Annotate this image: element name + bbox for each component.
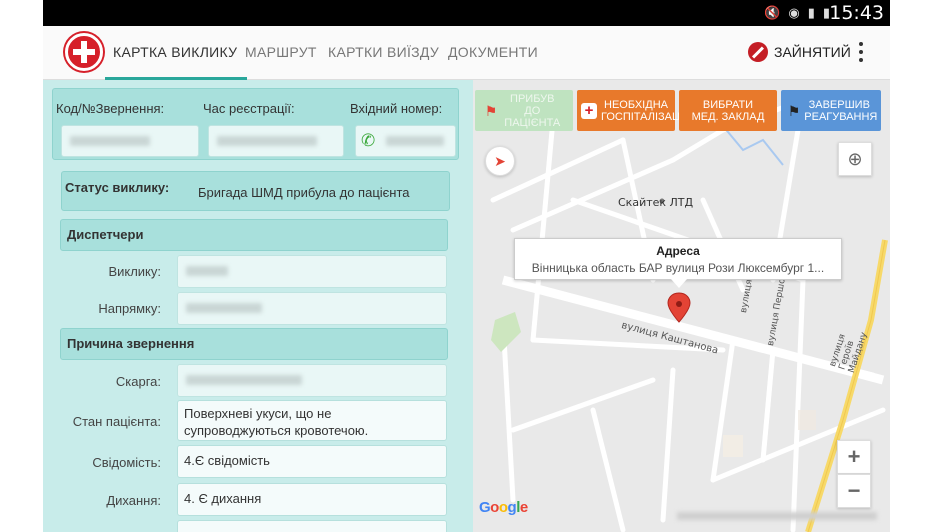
map-roads bbox=[473, 80, 890, 532]
code-field[interactable] bbox=[61, 125, 199, 157]
tab-trip-cards[interactable]: КАРТКИ ВИЇЗДУ bbox=[328, 26, 439, 80]
complaint-label: Скарга: bbox=[115, 374, 161, 389]
signal-icon: ▮ bbox=[807, 5, 815, 20]
tablet-screen: 🔇 ◉ ▮ ▮ 15:43 КАРТКА ВИКЛИКУ МАРШРУТ КАР… bbox=[43, 0, 890, 532]
incoming-number-label: Вхідний номер: bbox=[350, 101, 443, 116]
choose-facility-button[interactable]: ВИБРАТИ МЕД. ЗАКЛАД bbox=[679, 90, 777, 131]
reason-header: Причина звернення bbox=[60, 328, 448, 360]
patient-state-field[interactable]: Поверхневі укуси, що не супроводжуються … bbox=[177, 400, 447, 441]
ambulance-logo-icon bbox=[65, 33, 103, 71]
address-popup[interactable]: Адреса Вінницька область БАР вулиця Рози… bbox=[514, 238, 842, 288]
dispatchers-header: Диспетчери bbox=[60, 219, 448, 251]
compass-icon[interactable]: ➤ bbox=[485, 146, 515, 176]
tab-route[interactable]: МАРШРУТ bbox=[245, 26, 317, 80]
status-bar: 🔇 ◉ ▮ ▮ 15:43 bbox=[43, 0, 890, 26]
dispatcher-direction-field[interactable] bbox=[177, 292, 447, 325]
popup-address: Вінницька область БАР вулиця Рози Люксем… bbox=[531, 261, 825, 275]
zoom-in-button[interactable]: + bbox=[837, 440, 871, 474]
overflow-menu-icon[interactable] bbox=[858, 42, 864, 62]
registration-time-label: Час реєстрації: bbox=[203, 101, 295, 116]
call-status-value: Бригада ШМД прибула до пацієнта bbox=[198, 185, 410, 200]
poi-label: Скайтек ЛТД bbox=[618, 196, 694, 209]
busy-status-button[interactable]: ЗАЙНЯТИЙ bbox=[748, 40, 851, 64]
call-status-card: Статус виклику: Бригада ШМД прибула до п… bbox=[61, 171, 450, 211]
call-info-card: Код/№Звернення: Час реєстрації: Вхідний … bbox=[52, 88, 459, 160]
tab-documents[interactable]: ДОКУМЕНТИ bbox=[448, 26, 538, 80]
call-status-label: Статус виклику: bbox=[65, 180, 170, 195]
consciousness-label: Свідомість: bbox=[92, 455, 161, 470]
dispatcher-direction-label: Напрямку: bbox=[98, 301, 161, 316]
code-label: Код/№Звернення: bbox=[56, 101, 165, 116]
wifi-icon: ◉ bbox=[788, 5, 800, 20]
arrived-button[interactable]: ⚑ ПРИБУВ ДО ПАЦІЄНТА bbox=[475, 90, 573, 131]
status-icons: 🔇 ◉ ▮ ▮ bbox=[764, 5, 830, 21]
breathing-field[interactable]: 4. Є дихання bbox=[177, 483, 447, 516]
my-location-icon[interactable]: ⊕ bbox=[838, 142, 872, 176]
checkered-flag-icon: ⚑ bbox=[787, 102, 801, 119]
hospitalization-button[interactable]: + НЕОБХІДНА ГОСПІТАЛІЗАЦІЯ bbox=[577, 90, 691, 131]
medical-cross-icon: + bbox=[581, 102, 597, 119]
busy-status-icon bbox=[748, 42, 768, 62]
patient-state-label: Стан пацієнта: bbox=[72, 414, 161, 429]
zoom-out-button[interactable]: − bbox=[837, 474, 871, 508]
mute-icon: 🔇 bbox=[764, 5, 781, 20]
google-logo: Google bbox=[479, 499, 528, 516]
registration-time-field[interactable] bbox=[208, 125, 344, 157]
call-card-panel: Код/№Звернення: Час реєстрації: Вхідний … bbox=[43, 80, 473, 532]
app-bar: КАРТКА ВИКЛИКУ МАРШРУТ КАРТКИ ВИЇЗДУ ДОК… bbox=[43, 26, 890, 80]
incoming-number-field[interactable]: ✆ bbox=[355, 125, 456, 157]
next-field-partial[interactable] bbox=[177, 520, 447, 532]
busy-status-label: ЗАЙНЯТИЙ bbox=[774, 44, 851, 60]
consciousness-field[interactable]: 4.Є свідомість bbox=[177, 445, 447, 478]
map-copyright bbox=[677, 512, 877, 520]
popup-title: Адреса bbox=[656, 244, 700, 258]
clock: 15:43 bbox=[829, 2, 884, 24]
breathing-label: Дихання: bbox=[106, 493, 161, 508]
phone-icon[interactable]: ✆ bbox=[361, 131, 375, 151]
dispatcher-call-label: Виклику: bbox=[108, 264, 161, 279]
tab-call-card[interactable]: КАРТКА ВИКЛИКУ bbox=[104, 26, 248, 80]
map-panel[interactable]: Скайтек ЛТД вулиця Каштанова вулиця Геро… bbox=[473, 80, 890, 532]
complaint-field[interactable] bbox=[177, 364, 447, 397]
finish-response-button[interactable]: ⚑ ЗАВЕРШИВ РЕАГУВАННЯ bbox=[781, 90, 881, 131]
flag-icon: ⚑ bbox=[484, 102, 498, 119]
dispatcher-call-field[interactable] bbox=[177, 255, 447, 288]
